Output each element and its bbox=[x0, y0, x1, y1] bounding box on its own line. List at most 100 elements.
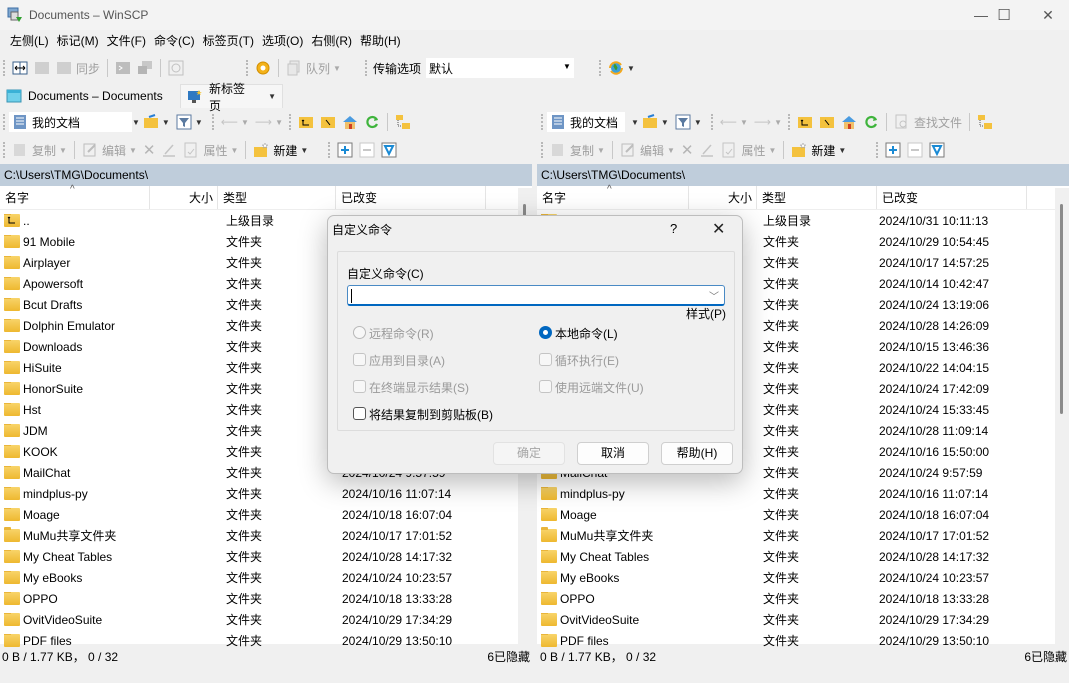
command-input[interactable]: ﹀ bbox=[347, 285, 725, 306]
right-edit-button[interactable]: 编辑 ▼ bbox=[617, 139, 678, 161]
refresh-button[interactable] bbox=[361, 111, 383, 133]
col-size[interactable]: 大小 bbox=[150, 186, 218, 209]
file-row[interactable]: OvitVideoSuite 文件夹 2024/10/29 17:34:29 bbox=[0, 609, 532, 630]
tab-documents[interactable]: Documents – Documents bbox=[0, 84, 178, 108]
apply-to-dirs-checkbox[interactable] bbox=[353, 353, 366, 366]
open-dir-button[interactable]: ▼ bbox=[140, 111, 173, 133]
filter-button[interactable]: ▼ bbox=[173, 111, 206, 133]
menu-tabs[interactable]: 标签页(T) bbox=[199, 30, 258, 52]
local-command-radio[interactable] bbox=[539, 326, 552, 339]
file-row[interactable]: Moage 文件夹 2024/10/18 16:07:04 bbox=[0, 504, 532, 525]
left-new-button[interactable]: 新建 ▼ bbox=[250, 139, 311, 161]
toolbar-grip[interactable] bbox=[3, 142, 6, 158]
toolbar-grip[interactable] bbox=[710, 114, 714, 130]
right-copy-button[interactable]: 复制 ▼ bbox=[547, 139, 608, 161]
help-button[interactable]: 帮助(H) bbox=[661, 442, 733, 465]
refresh-button[interactable] bbox=[860, 111, 882, 133]
chevron-down-icon[interactable]: ﹀ bbox=[709, 288, 719, 303]
toolbar-grip[interactable] bbox=[211, 114, 215, 130]
toolbar-grip[interactable] bbox=[541, 114, 544, 130]
file-row[interactable]: My Cheat Tables 文件夹 2024/10/28 14:17:32 bbox=[537, 546, 1069, 567]
toolbar-grip[interactable] bbox=[541, 142, 544, 158]
remote-command-radio[interactable] bbox=[353, 326, 366, 339]
menu-left[interactable]: 左侧(L) bbox=[6, 30, 53, 52]
parent-dir-button[interactable] bbox=[295, 111, 317, 133]
menu-mark[interactable]: 标记(M) bbox=[53, 30, 103, 52]
file-row[interactable]: My eBooks 文件夹 2024/10/24 10:23:57 bbox=[0, 567, 532, 588]
queue-button[interactable]: 队列 ▼ bbox=[283, 57, 344, 79]
right-select-button[interactable] bbox=[882, 139, 904, 161]
tab-new[interactable]: 新标签页 ▼ bbox=[180, 82, 283, 113]
file-row[interactable]: OPPO 文件夹 2024/10/18 13:33:28 bbox=[537, 588, 1069, 609]
file-row[interactable]: mindplus-py 文件夹 2024/10/16 11:07:14 bbox=[537, 483, 1069, 504]
toolbar-grip[interactable] bbox=[599, 60, 602, 76]
transfer-settings-select[interactable]: 默认 ▼ bbox=[425, 58, 574, 78]
right-unselect-button[interactable] bbox=[904, 139, 926, 161]
show-in-terminal-checkbox[interactable] bbox=[353, 380, 366, 393]
file-row[interactable]: Moage 文件夹 2024/10/18 16:07:04 bbox=[537, 504, 1069, 525]
home-dir-button[interactable] bbox=[339, 111, 361, 133]
col-modified[interactable]: 已改变 bbox=[336, 186, 486, 209]
toolbar-grip[interactable] bbox=[289, 114, 292, 130]
menu-commands[interactable]: 命令(C) bbox=[150, 30, 199, 52]
menu-right[interactable]: 右侧(R) bbox=[307, 30, 356, 52]
right-delete-button[interactable]: ✕ bbox=[678, 139, 697, 161]
close-button[interactable]: ✕ bbox=[1025, 0, 1069, 30]
right-location-select[interactable]: 我的文档 bbox=[547, 112, 625, 132]
col-type[interactable]: 类型 bbox=[757, 186, 877, 209]
menu-help[interactable]: 帮助(H) bbox=[356, 30, 405, 52]
right-path-bar[interactable]: C:\Users\TMG\Documents\ bbox=[537, 164, 1069, 186]
root-dir-button[interactable] bbox=[816, 111, 838, 133]
left-copy-button[interactable]: 复制 ▼ bbox=[9, 139, 70, 161]
col-type[interactable]: 类型 bbox=[218, 186, 336, 209]
root-dir-button[interactable] bbox=[317, 111, 339, 133]
file-row[interactable]: OPPO 文件夹 2024/10/18 13:33:28 bbox=[0, 588, 532, 609]
col-modified[interactable]: 已改变 bbox=[877, 186, 1027, 209]
open-putty-button[interactable] bbox=[134, 57, 156, 79]
pattern-link[interactable]: 样式(P) bbox=[686, 305, 726, 322]
file-row[interactable]: OvitVideoSuite 文件夹 2024/10/29 17:34:29 bbox=[537, 609, 1069, 630]
left-properties-button[interactable]: 属性 ▼ bbox=[180, 139, 241, 161]
left-select-all-button[interactable] bbox=[378, 139, 400, 161]
right-new-button[interactable]: 新建 ▼ bbox=[788, 139, 849, 161]
cancel-button[interactable]: 取消 bbox=[577, 442, 649, 465]
chevron-down-icon[interactable]: ▼ bbox=[631, 118, 639, 127]
preferences-button[interactable] bbox=[252, 57, 274, 79]
left-unselect-button[interactable] bbox=[356, 139, 378, 161]
toolbar-grip[interactable] bbox=[3, 114, 6, 130]
right-select-all-button[interactable] bbox=[926, 139, 948, 161]
find-files-button[interactable]: 查找文件 bbox=[891, 111, 965, 133]
forward-button[interactable]: ⟶ ▼ bbox=[751, 111, 785, 133]
col-size[interactable]: 大小 bbox=[689, 186, 757, 209]
file-row[interactable]: MuMu共享文件夹 文件夹 2024/10/17 17:01:52 bbox=[537, 525, 1069, 546]
menu-options[interactable]: 选项(O) bbox=[258, 30, 307, 52]
open-terminal-button[interactable] bbox=[112, 57, 134, 79]
back-button[interactable]: ⟵ ▼ bbox=[717, 111, 751, 133]
right-scrollbar[interactable] bbox=[1055, 188, 1069, 644]
recursive-checkbox[interactable] bbox=[539, 353, 552, 366]
use-remote-files-checkbox[interactable] bbox=[539, 380, 552, 393]
toolbar-grip[interactable] bbox=[3, 60, 6, 76]
maximize-button[interactable]: ☐ bbox=[981, 0, 1027, 30]
menu-file[interactable]: 文件(F) bbox=[103, 30, 150, 52]
right-properties-button[interactable]: 属性 ▼ bbox=[718, 139, 779, 161]
toolbar-grip[interactable] bbox=[788, 114, 791, 130]
file-row[interactable]: My Cheat Tables 文件夹 2024/10/28 14:17:32 bbox=[0, 546, 532, 567]
left-edit-button[interactable]: 编辑 ▼ bbox=[79, 139, 140, 161]
toolbar-grip[interactable] bbox=[876, 142, 879, 158]
forward-button[interactable]: ⟶ ▼ bbox=[252, 111, 286, 133]
parent-dir-button[interactable] bbox=[794, 111, 816, 133]
home-dir-button[interactable] bbox=[838, 111, 860, 133]
file-row[interactable]: MuMu共享文件夹 文件夹 2024/10/17 17:01:52 bbox=[0, 525, 532, 546]
tree-toggle-button[interactable] bbox=[974, 111, 996, 133]
toolbar-grip[interactable] bbox=[328, 142, 331, 158]
filter-button[interactable]: ▼ bbox=[672, 111, 705, 133]
ok-button[interactable]: 确定 bbox=[493, 442, 565, 465]
compare-dirs-button[interactable] bbox=[9, 57, 31, 79]
toolbar-grip[interactable] bbox=[364, 60, 368, 76]
right-rename-button[interactable] bbox=[696, 139, 718, 161]
file-row[interactable]: My eBooks 文件夹 2024/10/24 10:23:57 bbox=[537, 567, 1069, 588]
open-dir-button[interactable]: ▼ bbox=[639, 111, 672, 133]
file-row[interactable]: mindplus-py 文件夹 2024/10/16 11:07:14 bbox=[0, 483, 532, 504]
left-rename-button[interactable] bbox=[158, 139, 180, 161]
